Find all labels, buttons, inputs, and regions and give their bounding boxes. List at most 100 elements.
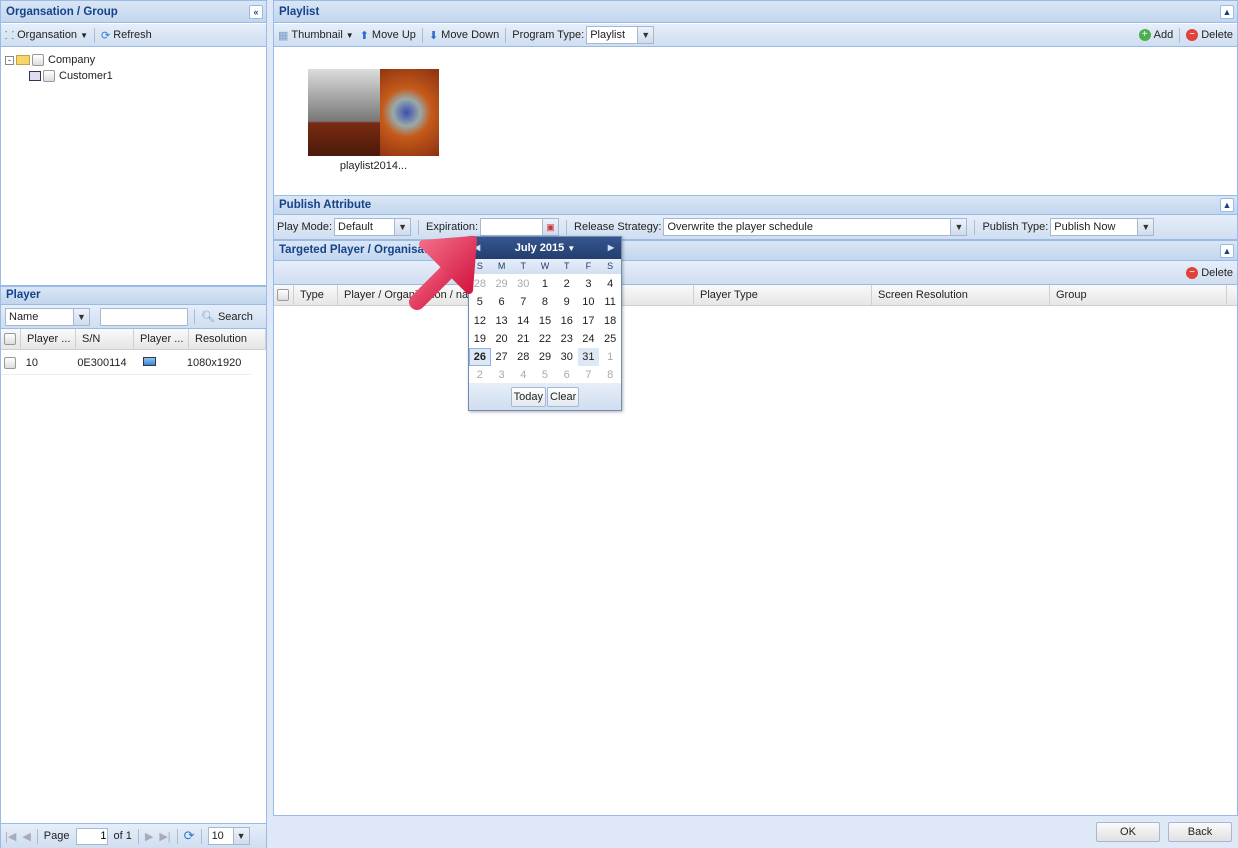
calendar-day[interactable]: 14 (512, 312, 534, 330)
delete-button[interactable]: − Delete (1186, 29, 1233, 41)
column-header[interactable]: Player ... (21, 329, 76, 349)
publish-type-select[interactable]: Publish Now ▼ (1050, 218, 1155, 236)
organisation-menu-button[interactable]: ⸬ Organsation ▼ (5, 28, 88, 43)
calendar-day[interactable]: 7 (512, 293, 534, 311)
tree-node-company[interactable]: - Company (5, 52, 113, 68)
column-header[interactable]: Type (294, 285, 338, 305)
move-up-button[interactable]: ⬆ Move Up (360, 29, 416, 42)
cell-resolution: 1080x1920 (186, 356, 242, 369)
calendar-day[interactable]: 26 (469, 348, 491, 367)
org-tree-icon: ⸬ (5, 29, 15, 42)
panel-title: Publish Attribute (279, 199, 372, 211)
calendar-day[interactable]: 1 (534, 275, 556, 293)
filter-field-select[interactable]: Name ▼ (5, 307, 90, 326)
add-button[interactable]: + Add (1138, 29, 1174, 41)
table-row[interactable]: 10 0E300114 1080x1920 (1, 351, 251, 375)
next-page-icon[interactable]: ▶ (145, 830, 153, 843)
checkbox[interactable] (32, 54, 44, 66)
column-header[interactable]: Resolution (189, 329, 266, 349)
calendar-day[interactable]: 10 (578, 293, 600, 311)
collapse-up-icon[interactable]: ▲ (1220, 5, 1234, 19)
calendar-day[interactable]: 25 (599, 330, 621, 348)
calendar-day[interactable]: 30 (556, 348, 578, 366)
calendar-day[interactable]: 29 (534, 348, 556, 366)
calendar-day[interactable]: 16 (556, 312, 578, 330)
calendar-day[interactable]: 22 (534, 330, 556, 348)
month-year-button[interactable]: July 2015 (515, 242, 565, 254)
program-type-select[interactable]: Playlist ▼ (586, 26, 655, 44)
page-label: Page (43, 830, 70, 842)
chevron-down-icon: ▼ (73, 308, 89, 325)
calendar-day[interactable]: 27 (491, 348, 513, 366)
release-strategy-select[interactable]: Overwrite the player schedule ▼ (663, 218, 968, 236)
label: Search (217, 310, 253, 323)
calendar-day[interactable]: 3 (578, 275, 600, 293)
collapse-up-icon[interactable]: ▲ (1220, 198, 1234, 212)
calendar-day[interactable]: 19 (469, 330, 491, 348)
calendar-day[interactable]: 11 (599, 293, 621, 311)
calendar-day[interactable]: 24 (578, 330, 600, 348)
page-input[interactable] (75, 827, 108, 845)
targeted-player-panel: Targeted Player / Organisation ▲ − Delete … (273, 240, 1238, 816)
calendar-day[interactable]: 28 (512, 348, 534, 366)
calendar-day[interactable]: 21 (512, 330, 534, 348)
refresh-button[interactable]: ⟳ Refresh (101, 29, 152, 42)
column-header[interactable]: Player Type (694, 285, 872, 305)
tree-node-customer1[interactable]: Customer1 (29, 68, 113, 84)
column-header[interactable]: S/N (76, 329, 134, 349)
chevron-down-icon: ▼ (80, 30, 88, 40)
next-month-icon[interactable]: ▶ (608, 237, 614, 259)
collapse-tree-icon[interactable]: - (5, 55, 14, 65)
arrow-up-icon: ⬆ (359, 29, 369, 42)
calendar-day[interactable]: 20 (491, 330, 513, 348)
ok-button[interactable]: OK (1096, 822, 1160, 842)
calendar-day[interactable]: 17 (578, 312, 600, 330)
refresh-icon[interactable]: ⟳ (184, 828, 195, 844)
expiration-date-field[interactable]: ▣ (480, 218, 560, 236)
calendar-day[interactable]: 4 (599, 275, 621, 293)
column-header[interactable]: Group (1050, 285, 1227, 305)
chevron-down-icon[interactable]: ▼ (567, 244, 575, 253)
calendar-day[interactable]: 2 (556, 275, 578, 293)
first-page-icon[interactable]: |◀ (5, 830, 16, 843)
search-button[interactable]: 🔍︎ Search (201, 310, 253, 324)
calendar-day[interactable]: 15 (534, 312, 556, 330)
last-page-icon[interactable]: ▶| (159, 830, 170, 843)
calendar-day[interactable]: 13 (491, 312, 513, 330)
calendar-day[interactable]: 6 (491, 293, 513, 311)
today-button[interactable]: Today (510, 386, 547, 407)
column-header[interactable]: Screen Resolution (872, 285, 1050, 305)
calendar-day[interactable]: 18 (599, 312, 621, 330)
calendar-day[interactable]: 9 (556, 293, 578, 311)
collapse-up-icon[interactable]: ▲ (1220, 244, 1234, 258)
label: Add (1153, 29, 1174, 41)
search-input[interactable] (100, 307, 188, 326)
calendar-icon[interactable]: ▣ (542, 219, 559, 235)
prev-page-icon[interactable]: ◀ (22, 830, 30, 843)
chevron-down-icon: ▼ (950, 219, 967, 235)
select-all-checkbox[interactable] (4, 333, 16, 346)
delete-target-button[interactable]: − Delete (1186, 266, 1233, 279)
calendar-day[interactable]: 23 (556, 330, 578, 348)
back-button[interactable]: Back (1168, 822, 1232, 842)
search-icon: 🔍︎ (201, 311, 215, 323)
value: Overwrite the player schedule (667, 221, 813, 233)
page-size-select[interactable]: 10 ▼ (207, 827, 250, 845)
player-panel: Player Name ▼ 🔍︎ Search Player ... S/N Pla… (0, 286, 267, 848)
row-checkbox[interactable] (4, 356, 16, 369)
weekday-label: T (563, 261, 570, 271)
calendar-day[interactable]: 1 (599, 348, 621, 366)
move-down-button[interactable]: ⬇ Move Down (429, 29, 499, 42)
value: 10 (211, 830, 224, 842)
checkbox[interactable] (43, 70, 55, 82)
calendar-day[interactable]: 30 (512, 275, 534, 293)
clear-button[interactable]: Clear (547, 386, 580, 407)
calendar-day[interactable]: 29 (491, 275, 513, 293)
thumbnail-view-button[interactable]: ▦ Thumbnail ▼ (278, 29, 354, 42)
calendar-day[interactable]: 31 (577, 348, 600, 367)
calendar-day[interactable]: 8 (534, 293, 556, 311)
collapse-icon[interactable]: « (249, 5, 263, 19)
playlist-item[interactable]: playlist2014... (308, 69, 439, 172)
column-header[interactable]: Player ... (134, 329, 189, 349)
select-all-checkbox[interactable] (277, 289, 289, 302)
